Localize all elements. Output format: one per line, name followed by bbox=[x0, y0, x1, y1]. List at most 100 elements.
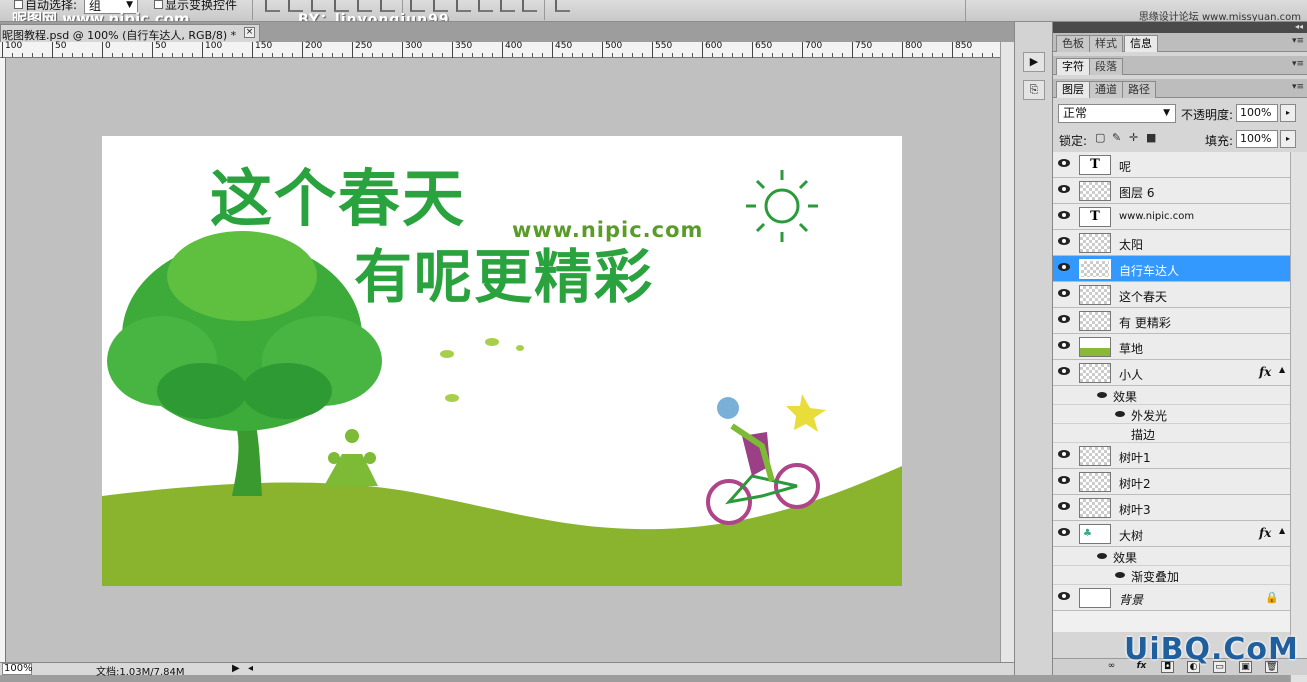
zoom-field[interactable]: 100% bbox=[2, 663, 33, 675]
layer-row[interactable]: 小人 fx ▲ bbox=[1053, 360, 1290, 386]
visibility-eye-icon[interactable] bbox=[1097, 553, 1107, 559]
hscroll-left-icon[interactable]: ◂ bbox=[248, 663, 253, 674]
layer-thumbnail bbox=[1079, 498, 1111, 518]
tab-swatches[interactable]: 色板 bbox=[1056, 35, 1090, 52]
fx-icon[interactable]: fx bbox=[1259, 365, 1271, 379]
visibility-eye-icon[interactable] bbox=[1058, 315, 1070, 323]
distribute-left-icon[interactable] bbox=[478, 0, 493, 12]
close-icon[interactable]: × bbox=[244, 27, 255, 38]
visibility-eye-icon[interactable] bbox=[1058, 528, 1070, 536]
visibility-eye-icon[interactable] bbox=[1058, 592, 1070, 600]
visibility-eye-icon[interactable] bbox=[1058, 211, 1070, 219]
visibility-eye-icon[interactable] bbox=[1058, 185, 1070, 193]
tab-info[interactable]: 信息 bbox=[1124, 35, 1158, 52]
panel-menu-icon[interactable]: ▾≡ bbox=[1292, 82, 1304, 92]
tab-layers[interactable]: 图层 bbox=[1056, 81, 1090, 98]
layer-name: 大树 bbox=[1119, 529, 1144, 543]
artwork-url: www.nipic.com bbox=[512, 218, 704, 242]
lock-all-icon[interactable]: ■ bbox=[1146, 132, 1157, 143]
tab-styles[interactable]: 样式 bbox=[1089, 35, 1123, 52]
collapse-effects-icon[interactable]: ▲ bbox=[1279, 365, 1285, 374]
lock-position-icon[interactable]: ✛ bbox=[1129, 132, 1140, 143]
distribute-right-icon[interactable] bbox=[522, 0, 537, 12]
layer-name: 草地 bbox=[1119, 342, 1144, 356]
visibility-eye-icon[interactable] bbox=[1115, 572, 1125, 578]
visibility-eye-icon[interactable] bbox=[1097, 392, 1107, 398]
ruler-minor-tick bbox=[632, 53, 633, 57]
visibility-eye-icon[interactable] bbox=[1058, 476, 1070, 484]
blend-mode-value: 正常 bbox=[1063, 106, 1088, 120]
effect-row[interactable]: 渐变叠加 bbox=[1053, 566, 1290, 585]
visibility-eye-icon[interactable] bbox=[1058, 367, 1070, 375]
collapse-effects-icon[interactable]: ▲ bbox=[1279, 526, 1285, 535]
visibility-eye-icon[interactable] bbox=[1058, 263, 1070, 271]
ruler-minor-tick bbox=[522, 53, 523, 57]
layer-row[interactable]: 有 更精彩 bbox=[1053, 308, 1290, 334]
layer-row[interactable]: 树叶2 bbox=[1053, 469, 1290, 495]
ruler-minor-tick bbox=[832, 53, 833, 57]
lock-paint-icon[interactable]: ✎ bbox=[1112, 132, 1123, 143]
tab-paths[interactable]: 路径 bbox=[1122, 81, 1156, 98]
effect-row[interactable]: 描边 bbox=[1053, 424, 1290, 443]
layer-row[interactable]: 图层 6 bbox=[1053, 178, 1290, 204]
fill-slider-icon[interactable]: ▸ bbox=[1280, 130, 1296, 148]
visibility-eye-icon[interactable] bbox=[1058, 289, 1070, 297]
panel-menu-icon[interactable]: ▾≡ bbox=[1292, 59, 1304, 69]
tab-paragraph[interactable]: 段落 bbox=[1089, 58, 1123, 75]
auto-align-icon[interactable] bbox=[555, 0, 570, 12]
layer-row[interactable]: ♣ 大树 fx ▲ bbox=[1053, 521, 1290, 547]
fx-icon[interactable]: fx bbox=[1259, 526, 1271, 540]
ruler-minor-tick bbox=[972, 53, 973, 57]
layer-row[interactable]: 太阳 bbox=[1053, 230, 1290, 256]
panel-menu-icon[interactable]: ▾≡ bbox=[1292, 36, 1304, 46]
layer-name: 树叶2 bbox=[1119, 477, 1151, 491]
visibility-eye-icon[interactable] bbox=[1058, 237, 1070, 245]
visibility-eye-icon[interactable] bbox=[1058, 159, 1070, 167]
visibility-eye-icon[interactable] bbox=[1058, 502, 1070, 510]
visibility-eye-icon[interactable] bbox=[1115, 411, 1125, 417]
layer-row[interactable]: T呢 bbox=[1053, 152, 1290, 178]
panel-collapse-strip[interactable]: ◂◂ bbox=[1053, 22, 1307, 33]
opacity-field[interactable]: 100% bbox=[1236, 104, 1278, 122]
layer-row[interactable]: 草地 bbox=[1053, 334, 1290, 360]
ruler-tick-label: 50 bbox=[52, 42, 66, 58]
align-top-icon[interactable] bbox=[265, 0, 280, 12]
distribute-hcenter-icon[interactable] bbox=[500, 0, 515, 12]
opacity-slider-icon[interactable]: ▸ bbox=[1280, 104, 1296, 122]
ruler-minor-tick bbox=[82, 53, 83, 57]
layer-row[interactable]: 树叶3 bbox=[1053, 495, 1290, 521]
tab-character[interactable]: 字符 bbox=[1056, 58, 1090, 75]
layer-thumbnail bbox=[1079, 233, 1111, 253]
layer-row[interactable]: 背景 🔒 bbox=[1053, 585, 1290, 611]
document-tab[interactable]: 昵图教程.psd @ 100% (自行车达人, RGB/8) * × bbox=[0, 24, 260, 42]
layers-scrollbar[interactable] bbox=[1290, 152, 1307, 682]
artwork-canvas[interactable]: 这个春天 www.nipic.com 有呢更精彩 bbox=[102, 136, 902, 586]
ruler-minor-tick bbox=[222, 53, 223, 57]
actions-icon[interactable]: ▶ bbox=[1023, 52, 1045, 72]
distribute-bottom-icon[interactable] bbox=[456, 0, 471, 12]
status-menu-arrow-icon[interactable]: ▶ bbox=[232, 663, 240, 674]
ruler-minor-tick bbox=[622, 53, 623, 57]
ruler-minor-tick bbox=[122, 53, 123, 57]
document-tab-title: 昵图教程.psd @ 100% (自行车达人, RGB/8) * bbox=[2, 29, 237, 42]
blend-mode-dropdown[interactable]: 正常 ▼ bbox=[1058, 104, 1176, 123]
text-layer-thumbnail: T bbox=[1079, 155, 1111, 175]
layer-row[interactable]: Twww.nipic.com bbox=[1053, 204, 1290, 230]
tab-channels[interactable]: 通道 bbox=[1089, 81, 1123, 98]
vertical-scrollbar[interactable] bbox=[1000, 42, 1014, 662]
uibq-watermark: UiBQ.CoM bbox=[1124, 632, 1299, 667]
layer-row[interactable]: 这个春天 bbox=[1053, 282, 1290, 308]
history-icon[interactable]: ⎘ bbox=[1023, 80, 1045, 100]
layer-thumbnail bbox=[1079, 259, 1111, 279]
effects-row[interactable]: 效果 bbox=[1053, 386, 1290, 405]
link-layers-icon[interactable]: ∞ bbox=[1105, 661, 1118, 673]
visibility-eye-icon[interactable] bbox=[1058, 341, 1070, 349]
fill-field[interactable]: 100% bbox=[1236, 130, 1278, 148]
visibility-eye-icon[interactable] bbox=[1058, 450, 1070, 458]
effects-row[interactable]: 效果 bbox=[1053, 547, 1290, 566]
layer-row[interactable]: 树叶1 bbox=[1053, 443, 1290, 469]
layer-row-selected[interactable]: 自行车达人 bbox=[1053, 256, 1290, 282]
effect-row[interactable]: 外发光 bbox=[1053, 405, 1290, 424]
lock-transparent-icon[interactable]: ▢ bbox=[1095, 132, 1106, 143]
ruler-minor-tick bbox=[822, 53, 823, 57]
